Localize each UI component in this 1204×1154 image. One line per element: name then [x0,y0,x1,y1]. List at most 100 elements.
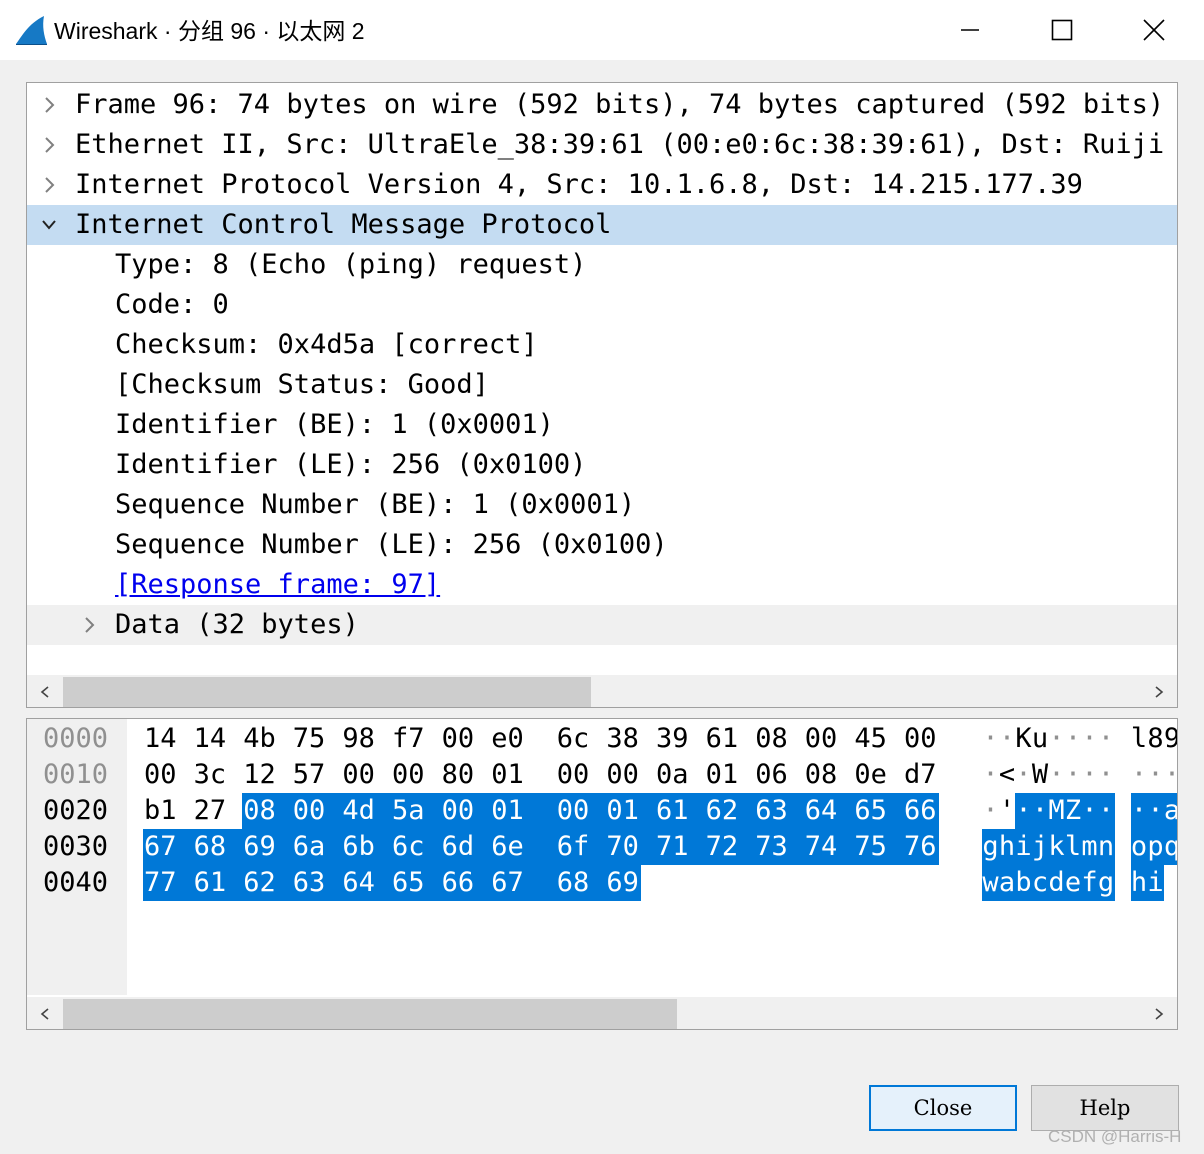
packet-bytes-pane[interactable]: 0000 14 14 4b 75 98 f7 00 e0 6c 38 39 61 08 00 45 00 · · Ku… [26,718,1178,1030]
ascii-char[interactable]: c [1031,865,1049,901]
packet-details-tree[interactable]: Frame 96: 74 bytes on wire (592 bits), 7… [26,82,1178,708]
hex-byte[interactable]: 6c [391,829,441,865]
ascii-char[interactable]: · [1048,721,1065,757]
tree-row[interactable]: Code: 0 [27,285,1177,325]
tree-row[interactable]: Sequence Number (LE): 256 (0x0100) [27,525,1177,565]
ascii-char[interactable]: i [1015,829,1032,865]
ascii-char[interactable]: · [1015,757,1032,793]
ascii-char[interactable]: h [998,829,1016,865]
ascii-char[interactable]: · [999,721,1016,757]
ascii-char[interactable]: j [1031,829,1049,865]
ascii-char[interactable]: o [1130,829,1148,865]
hex-byte[interactable]: 67 [143,829,193,865]
tree-row[interactable]: Sequence Number (BE): 1 (0x0001) [27,485,1177,525]
ascii-char[interactable]: · [982,757,999,793]
hex-byte[interactable]: 45 [853,721,889,757]
hex-byte[interactable]: f7 [391,721,427,757]
chevron-right-icon[interactable] [41,175,57,195]
hex-byte[interactable]: 00 [556,757,592,793]
hex-byte[interactable]: 0a [655,757,691,793]
hex-byte[interactable]: 27 [193,793,229,829]
ascii-char[interactable]: · [1147,793,1164,829]
tree-row[interactable]: Ethernet II, Src: UltraEle_38:39:61 (00:… [27,125,1177,165]
hex-byte[interactable]: 01 [490,793,556,829]
hex-byte[interactable]: 63 [754,793,804,829]
ascii-char[interactable]: W [1032,757,1049,793]
hex-byte[interactable]: 57 [292,757,328,793]
ascii-char[interactable]: Z [1064,793,1082,829]
tree-row[interactable]: Internet Protocol Version 4, Src: 10.1.6… [27,165,1177,205]
hex-byte[interactable]: 00 [440,793,491,829]
hex-byte[interactable]: 38 [605,721,641,757]
tree-row[interactable]: Identifier (LE): 256 (0x0100) [27,445,1177,485]
hex-byte[interactable]: 67 [490,865,556,901]
hex-byte[interactable]: 63 [291,865,342,901]
hex-byte[interactable]: 80 [441,757,477,793]
hex-byte[interactable]: 65 [391,865,441,901]
tree-horizontal-scrollbar[interactable] [27,675,1177,707]
hex-byte[interactable]: 5a [391,793,441,829]
ascii-char[interactable]: a [998,865,1016,901]
hex-byte[interactable]: b1 [143,793,179,829]
response-frame-link[interactable]: [Response frame: 97] [115,568,440,602]
hex-byte[interactable]: 14 [143,721,179,757]
hex-byte[interactable]: 06 [754,757,790,793]
hex-byte[interactable]: 6e [490,829,556,865]
hex-byte[interactable]: 71 [655,829,705,865]
hex-byte[interactable]: 72 [704,829,755,865]
hex-byte[interactable]: 6f [555,829,606,865]
chevron-down-icon[interactable] [41,215,57,235]
hex-byte[interactable]: 08 [242,793,292,829]
tree-row[interactable]: [Checksum Status: Good] [27,365,1177,405]
ascii-char[interactable]: u [1032,721,1049,757]
hex-byte[interactable]: 08 [804,757,840,793]
scroll-left-icon[interactable] [37,684,53,700]
title-bar[interactable]: Wireshark · 分组 96 · 以太网 2 [0,0,1204,60]
ascii-char[interactable]: < [999,757,1016,793]
hex-byte[interactable]: 00 [341,757,377,793]
hex-byte[interactable]: 68 [192,829,243,865]
ascii-char[interactable]: · [1031,793,1049,829]
hex-byte[interactable]: 01 [490,757,526,793]
ascii-char[interactable]: · [1097,793,1115,829]
hex-byte[interactable]: 76 [903,829,939,865]
hex-byte[interactable]: 70 [605,829,655,865]
hex-byte[interactable]: 14 [193,721,229,757]
hex-byte[interactable]: 0e [853,757,889,793]
hex-byte[interactable]: 62 [704,793,755,829]
ascii-char[interactable]: w [982,865,999,901]
bytes-scrollbar-thumb[interactable] [63,999,678,1029]
ascii-char[interactable]: ' [999,793,1016,829]
ascii-char[interactable]: · [1098,721,1115,757]
ascii-char[interactable]: h [1130,865,1148,901]
ascii-char[interactable]: f [1081,865,1098,901]
hex-byte[interactable]: 00 [291,793,342,829]
hex-byte[interactable]: 4b [242,721,278,757]
hex-byte[interactable]: 6a [291,829,342,865]
chevron-right-icon[interactable] [41,135,57,155]
ascii-char[interactable]: · [1147,757,1164,793]
hex-byte[interactable]: 00 [391,757,427,793]
tree-row[interactable]: Identifier (BE): 1 (0x0001) [27,405,1177,445]
hex-byte[interactable]: 39 [655,721,691,757]
hex-byte[interactable]: 3c [193,757,229,793]
ascii-char[interactable]: b [1015,865,1032,901]
hex-byte[interactable]: 75 [853,829,903,865]
ascii-char[interactable]: 9 [1164,721,1177,757]
chevron-right-icon[interactable] [81,615,97,635]
hex-byte[interactable]: 00 [903,721,939,757]
ascii-char[interactable]: · [982,721,999,757]
ascii-char[interactable]: q [1163,829,1177,865]
ascii-char[interactable]: p [1147,829,1164,865]
ascii-char[interactable]: l [1064,829,1082,865]
ascii-char[interactable]: · [1065,721,1082,757]
tree-scrollbar-thumb[interactable] [63,677,592,707]
ascii-char[interactable]: · [1130,793,1148,829]
hex-byte[interactable]: 66 [440,865,491,901]
hex-byte[interactable]: 69 [242,829,292,865]
hex-byte[interactable]: 98 [341,721,377,757]
ascii-char[interactable]: · [1081,721,1098,757]
ascii-char[interactable]: · [1081,793,1098,829]
hex-byte[interactable]: 01 [605,793,655,829]
tree-row[interactable]: Frame 96: 74 bytes on wire (592 bits), 7… [27,85,1177,125]
